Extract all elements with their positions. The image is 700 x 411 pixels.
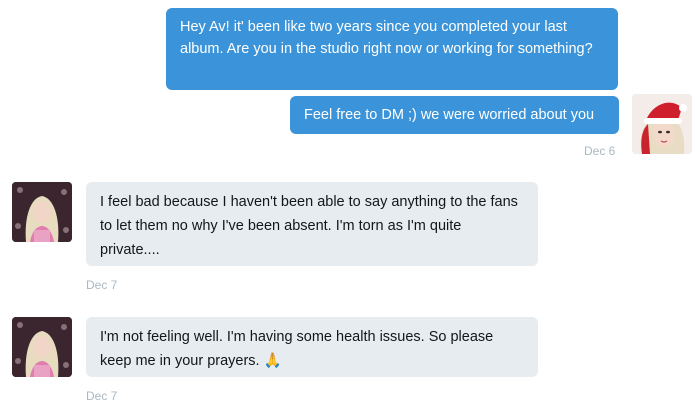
outgoing-message-bubble[interactable]: Feel free to DM ;) we were worried about… (290, 96, 619, 134)
profile-photo-avatar-icon (12, 182, 72, 242)
message-text: I'm not feeling well. I'm having some he… (100, 329, 494, 369)
message-text: Feel free to DM ;) we were worried about… (304, 107, 595, 123)
message-timestamp: Dec 7 (86, 389, 118, 403)
recipient-avatar[interactable] (12, 182, 72, 242)
sender-avatar[interactable] (632, 94, 692, 154)
incoming-message-bubble[interactable]: I'm not feeling well. I'm having some he… (86, 317, 538, 377)
outgoing-message-bubble[interactable]: Hey Av! it' been like two years since yo… (166, 8, 618, 90)
message-timestamp: Dec 7 (86, 278, 118, 292)
message-text: I feel bad because I haven't been able t… (100, 194, 518, 258)
incoming-message-bubble[interactable]: I feel bad because I haven't been able t… (86, 182, 538, 266)
recipient-avatar[interactable] (12, 317, 72, 377)
santa-hat-avatar-icon (632, 94, 692, 154)
message-timestamp: Dec 6 (584, 144, 616, 158)
profile-photo-avatar-icon (12, 317, 72, 377)
message-text: Hey Av! it' been like two years since yo… (180, 19, 593, 57)
